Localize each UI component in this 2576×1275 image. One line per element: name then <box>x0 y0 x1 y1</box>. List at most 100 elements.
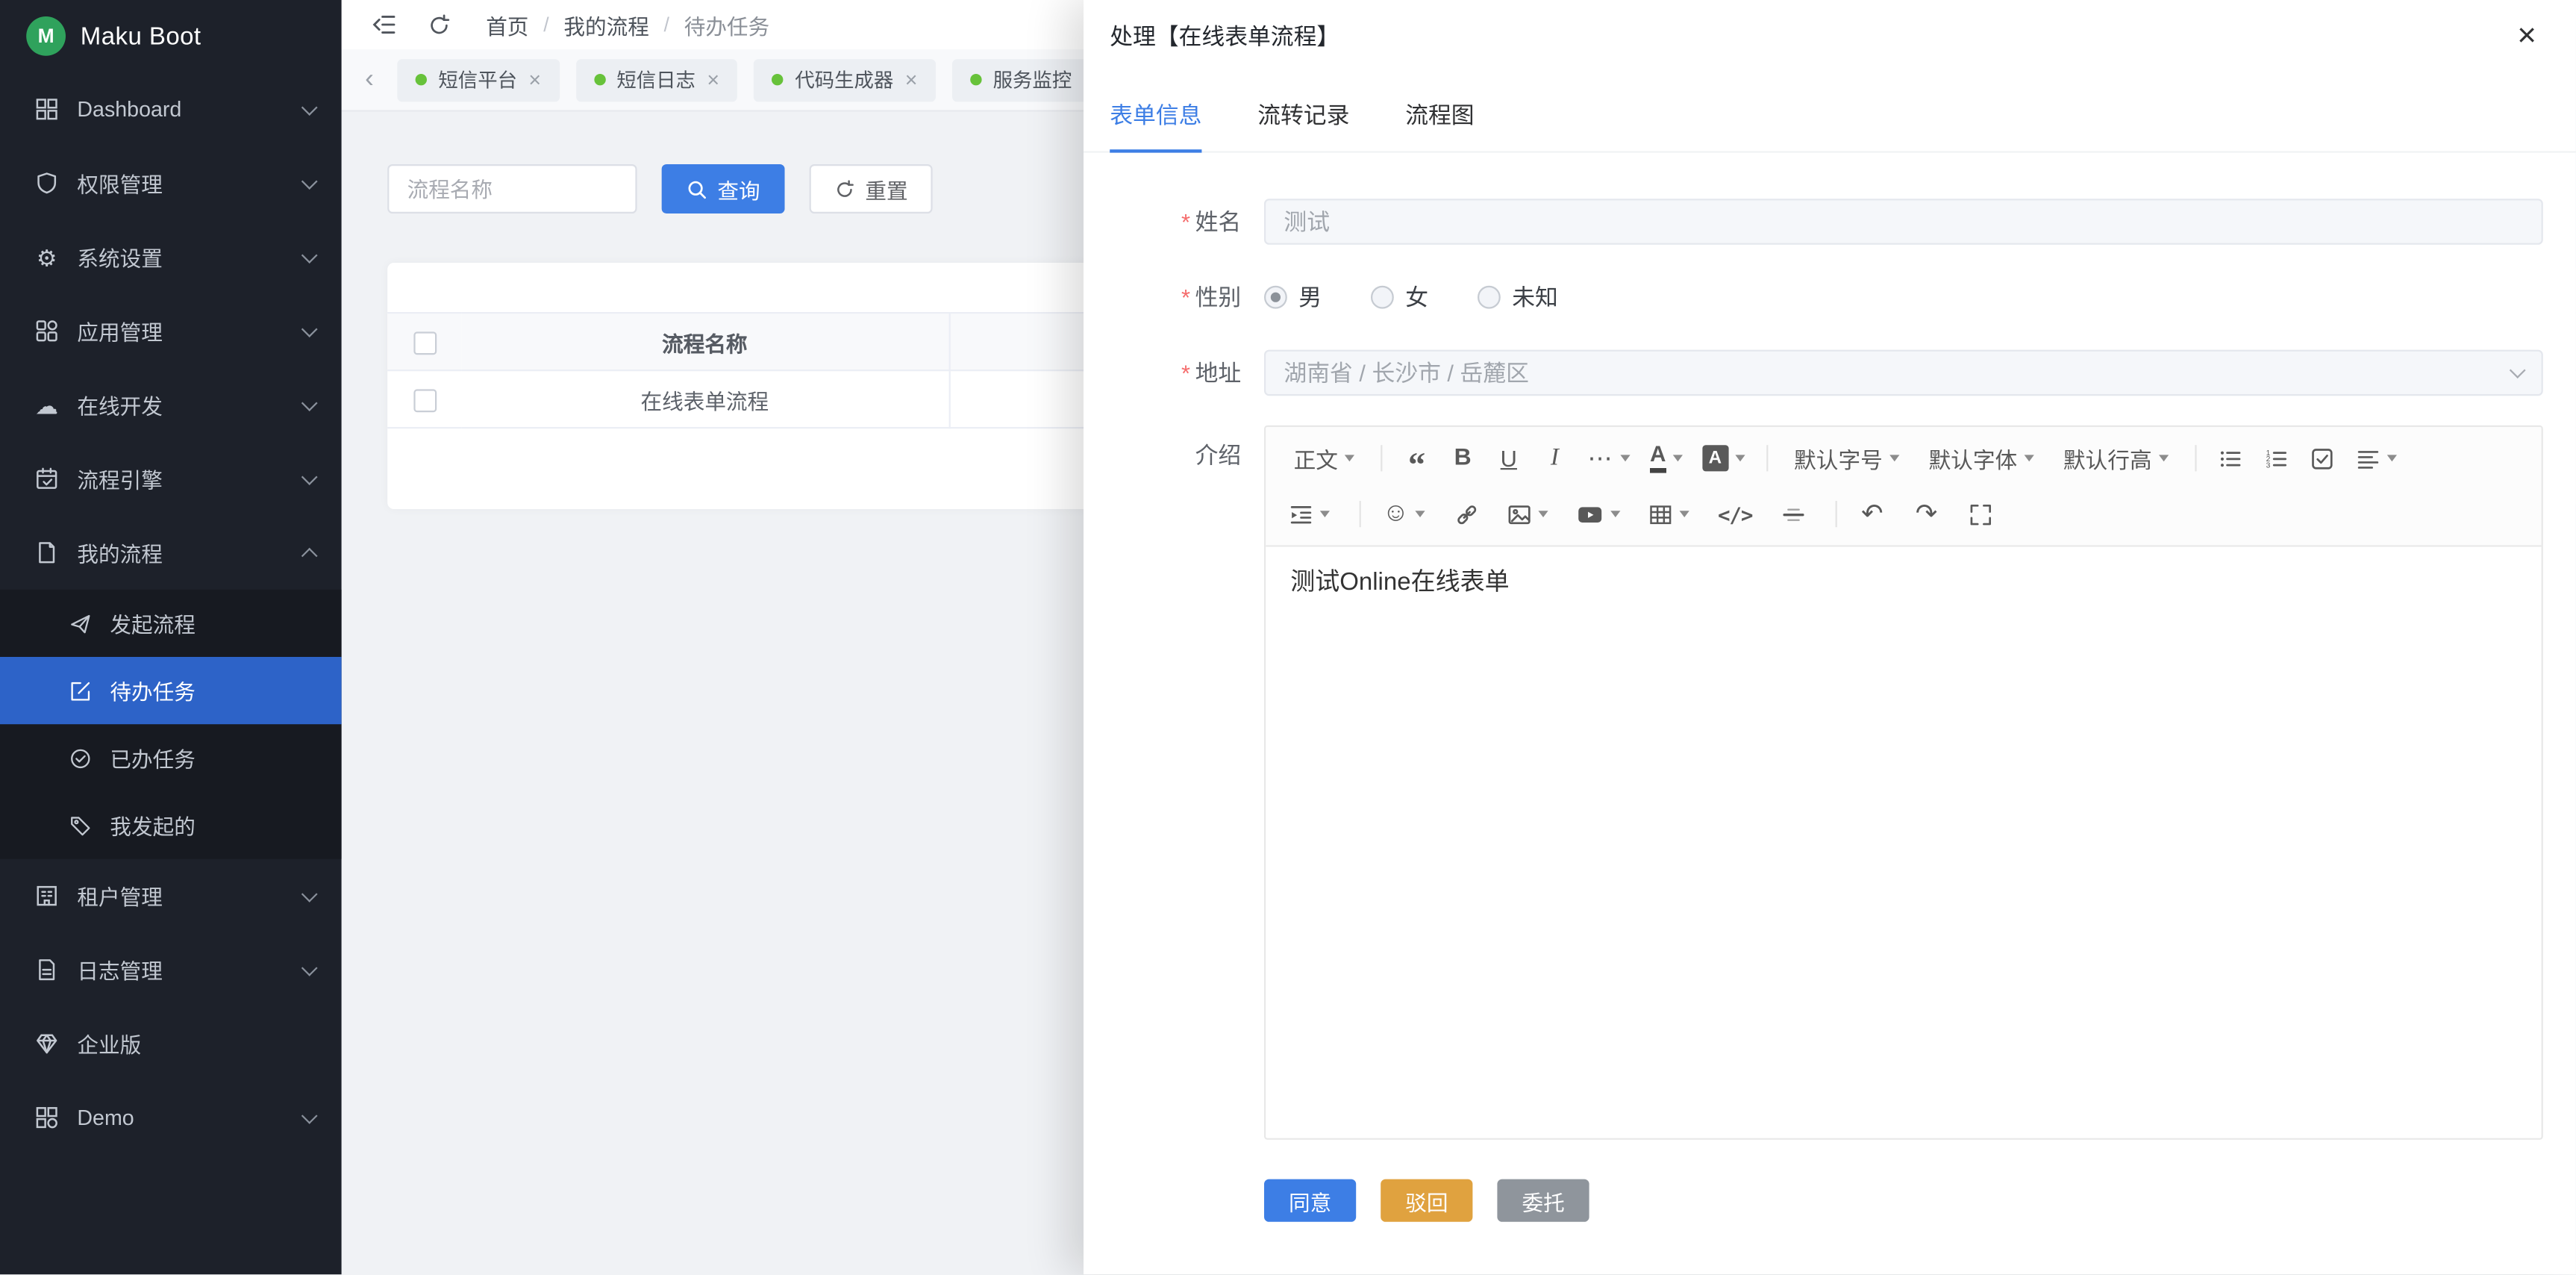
sidebar-item-initiated-by-me[interactable]: 我发起的 <box>0 791 342 858</box>
breadcrumb: 首页 / 我的流程 / 待办任务 <box>486 9 769 40</box>
sidebar-item-label: 日志管理 <box>77 954 304 985</box>
paragraph-style-select[interactable]: 正文 <box>1279 437 1369 479</box>
tab-status-dot <box>416 74 427 85</box>
edit-square-icon <box>66 676 93 704</box>
drawer-tabs: 表单信息 流转记录 流程图 <box>1084 72 2576 153</box>
align-button[interactable] <box>2345 437 2406 479</box>
highlight-color-button[interactable]: A <box>1692 437 1755 479</box>
refresh-icon[interactable] <box>425 11 451 37</box>
table-button[interactable] <box>1639 493 1699 535</box>
tab-sms-log[interactable]: 短信日志 × <box>575 58 737 101</box>
undo-button[interactable]: ↶ <box>1849 493 1895 535</box>
breadcrumb-my-workflow[interactable]: 我的流程 <box>563 9 648 40</box>
sidebar-item-app-management[interactable]: 应用管理 <box>0 294 342 368</box>
link-button[interactable] <box>1444 493 1490 535</box>
indent-button[interactable] <box>1279 493 1339 535</box>
tab-status-dot <box>594 74 605 85</box>
breadcrumb-home[interactable]: 首页 <box>486 9 528 40</box>
send-icon <box>66 609 93 637</box>
sidebar-item-label: 权限管理 <box>77 167 304 199</box>
sidebar-item-tenant-management[interactable]: 租户管理 <box>0 859 342 933</box>
chevron-down-icon <box>301 246 318 263</box>
sidebar-item-label: 发起流程 <box>110 608 315 639</box>
tab-close-icon[interactable]: × <box>707 69 719 90</box>
reset-button[interactable]: 重置 <box>810 164 933 213</box>
gender-option-female[interactable]: 女 <box>1371 281 1428 314</box>
tab-form-info[interactable]: 表单信息 <box>1110 99 1201 151</box>
select-all-checkbox[interactable] <box>413 331 436 355</box>
chevron-down-icon <box>301 885 318 902</box>
line-height-select[interactable]: 默认行高 <box>2048 437 2183 479</box>
sidebar-item-dashboard[interactable]: Dashboard <box>0 72 342 146</box>
reject-button[interactable]: 驳回 <box>1381 1179 1472 1222</box>
gear-icon: ⚙ <box>33 243 60 271</box>
approve-button[interactable]: 同意 <box>1264 1179 1356 1222</box>
chevron-down-icon <box>301 99 318 115</box>
blockquote-button[interactable]: “ <box>1394 437 1440 479</box>
font-family-select[interactable]: 默认字体 <box>1914 437 2048 479</box>
breadcrumb-separator: / <box>664 13 669 37</box>
tab-close-icon[interactable]: × <box>528 69 541 90</box>
sidebar-item-online-dev[interactable]: ☁ 在线开发 <box>0 368 342 442</box>
emoji-button[interactable]: ☺ <box>1372 493 1435 535</box>
todo-list-button[interactable] <box>2300 437 2346 479</box>
intro-row: 介绍 正文 “ B U I ⋯ <box>1084 425 2543 1140</box>
name-field[interactable] <box>1264 199 2543 245</box>
fullscreen-button[interactable] <box>1957 493 2004 535</box>
required-mark: * <box>1181 284 1190 311</box>
sidebar-item-system-settings[interactable]: ⚙ 系统设置 <box>0 220 342 294</box>
code-block-button[interactable]: </> <box>1708 493 1763 535</box>
sidebar-item-pending-tasks[interactable]: 待办任务 <box>0 657 342 724</box>
breadcrumb-current: 待办任务 <box>684 9 769 40</box>
sidebar-item-label: Demo <box>77 1106 304 1130</box>
more-styles-button[interactable]: ⋯ <box>1578 437 1640 479</box>
toolbar-divider <box>2195 445 2196 471</box>
drawer-actions: 同意 驳回 委托 <box>1264 1179 2543 1222</box>
tab-close-icon[interactable]: × <box>905 69 918 90</box>
process-name-input[interactable] <box>387 164 637 213</box>
caret-down-icon <box>2024 455 2033 461</box>
sidebar-item-done-tasks[interactable]: 已办任务 <box>0 724 342 791</box>
gender-row: *性别 男 女 未知 <box>1084 274 2543 320</box>
ordered-list-button[interactable]: 123 <box>2254 437 2300 479</box>
tab-flow-chart[interactable]: 流程图 <box>1405 99 1474 151</box>
image-button[interactable] <box>1498 493 1558 535</box>
editor-toolbar-row-1: 正文 “ B U I ⋯ A A 默认字号 <box>1279 430 2528 486</box>
font-size-select[interactable]: 默认字号 <box>1779 437 1913 479</box>
sidebar-item-enterprise[interactable]: 企业版 <box>0 1007 342 1081</box>
delegate-button[interactable]: 委托 <box>1497 1179 1589 1222</box>
tab-sms-platform[interactable]: 短信平台 × <box>397 58 559 101</box>
gender-option-male[interactable]: 男 <box>1264 281 1322 314</box>
address-select[interactable]: 湖南省 / 长沙市 / 岳麓区 <box>1264 350 2543 396</box>
sidebar-item-permissions[interactable]: 权限管理 <box>0 146 342 220</box>
tabs-scroll-left-icon[interactable]: ‹ <box>358 65 381 95</box>
sidebar-item-workflow-engine[interactable]: 流程引擎 <box>0 442 342 516</box>
caret-down-icon <box>2386 455 2396 461</box>
sidebar-item-label: 流程引擎 <box>77 463 304 494</box>
gem-icon <box>33 1029 60 1057</box>
row-checkbox[interactable] <box>413 389 436 412</box>
brand: M Maku Boot <box>0 0 342 72</box>
video-button[interactable] <box>1567 493 1631 535</box>
gender-option-unknown[interactable]: 未知 <box>1478 281 1558 314</box>
collapse-sidebar-icon[interactable] <box>371 11 397 37</box>
sidebar-item-my-workflow[interactable]: 我的流程 <box>0 516 342 590</box>
tab-flow-records[interactable]: 流转记录 <box>1257 99 1349 151</box>
redo-button[interactable]: ↷ <box>1904 493 1950 535</box>
bold-button[interactable]: B <box>1439 437 1486 479</box>
sidebar-item-initiate-process[interactable]: 发起流程 <box>0 590 342 657</box>
chevron-down-icon <box>2510 361 2526 378</box>
italic-button[interactable]: I <box>1532 437 1578 479</box>
query-button[interactable]: 查询 <box>662 164 785 213</box>
font-color-button[interactable]: A <box>1640 437 1692 479</box>
sidebar-item-log-management[interactable]: 日志管理 <box>0 933 342 1007</box>
underline-button[interactable]: U <box>1486 437 1532 479</box>
bullet-list-button[interactable] <box>2207 437 2254 479</box>
active-tab-underline <box>1110 149 1201 152</box>
close-icon[interactable]: × <box>2517 19 2536 52</box>
tab-label: 流转记录 <box>1257 102 1349 128</box>
sidebar-item-demo[interactable]: Demo <box>0 1081 342 1155</box>
editor-content[interactable]: 测试Online在线表单 <box>1266 547 2541 1138</box>
tab-code-generator[interactable]: 代码生成器 × <box>754 58 935 101</box>
horizontal-rule-button[interactable] <box>1771 493 1817 535</box>
